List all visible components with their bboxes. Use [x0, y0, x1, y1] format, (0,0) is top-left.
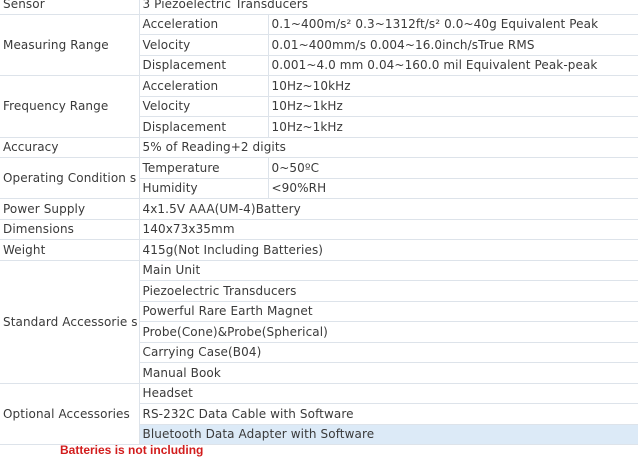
accessory-item: Carrying Case(B04) [139, 342, 639, 363]
row-value: 0.1~400m/s² 0.3~1312ft/s² 0.0~40g Equiva… [268, 14, 639, 35]
row-value: 10Hz~1kHz [268, 116, 639, 138]
sub-label: Acceleration [139, 14, 269, 35]
row-label: Accuracy [0, 137, 140, 158]
row-value: 0~50ºC [268, 157, 639, 179]
row-value: 0.001~4.0 mm 0.04~160.0 mil Equivalent P… [268, 55, 639, 76]
row-label: Operating Condition s [0, 157, 140, 199]
row-label: Optional Accessories [0, 383, 140, 445]
row-value: 10Hz~1kHz [268, 96, 639, 117]
spec-table: Sensor 3 Piezoelectric Transducers Measu… [0, 0, 639, 445]
row-value: 3 Piezoelectric Transducers [139, 0, 639, 15]
row-value: 140x73x35mm [139, 219, 639, 240]
row-value: 415g(Not Including Batteries) [139, 239, 639, 261]
sub-label: Temperature [139, 157, 269, 179]
table-row-accuracy: Accuracy 5% of Reading+2 digits [0, 137, 639, 158]
table-row-operating-temperature: Operating Condition s Temperature 0~50ºC [0, 157, 639, 199]
table-row-optional-accessory: Optional Accessories Headset [0, 383, 639, 445]
row-value: 5% of Reading+2 digits [139, 137, 639, 158]
table-row-frequency-acceleration: Frequency Range Acceleration 10Hz~10kHz [0, 75, 639, 138]
sub-label: Velocity [139, 34, 269, 56]
row-label: Sensor [0, 0, 140, 15]
row-value: <90%RH [268, 178, 639, 199]
table-row-standard-accessory: Standard Accessorie s Main Unit [0, 260, 639, 384]
row-label: Dimensions [0, 219, 140, 240]
table-row-measuring-acceleration: Measuring Range Acceleration 0.1~400m/s²… [0, 14, 639, 76]
row-value: 0.01~400mm/s 0.004~16.0inch/sTrue RMS [268, 34, 639, 56]
sub-label: Velocity [139, 96, 269, 117]
row-label: Weight [0, 239, 140, 261]
accessory-item: Bluetooth Data Adapter with Software [139, 424, 639, 445]
accessory-item: Piezoelectric Transducers [139, 280, 639, 302]
sub-label: Displacement [139, 116, 269, 138]
accessory-item: Manual Book [139, 362, 639, 384]
sub-label: Humidity [139, 178, 269, 199]
row-label: Frequency Range [0, 75, 140, 138]
table-row-power-supply: Power Supply 4x1.5V AAA(UM-4)Battery [0, 198, 639, 220]
row-label: Power Supply [0, 198, 140, 220]
accessory-item: Main Unit [139, 260, 639, 281]
sub-label: Acceleration [139, 75, 269, 97]
batteries-note: Batteries is not including [60, 443, 204, 457]
row-label: Measuring Range [0, 14, 140, 76]
accessory-item: Powerful Rare Earth Magnet [139, 301, 639, 322]
accessory-item: Headset [139, 383, 639, 404]
table-row-dimensions: Dimensions 140x73x35mm [0, 219, 639, 240]
sub-label: Displacement [139, 55, 269, 76]
table-row-sensor: Sensor 3 Piezoelectric Transducers [0, 0, 639, 15]
table-row-weight: Weight 415g(Not Including Batteries) [0, 239, 639, 261]
accessory-item: Probe(Cone)&Probe(Spherical) [139, 321, 639, 343]
row-label: Standard Accessorie s [0, 260, 140, 384]
row-value: 4x1.5V AAA(UM-4)Battery [139, 198, 639, 220]
accessory-item: RS-232C Data Cable with Software [139, 403, 639, 425]
row-value: 10Hz~10kHz [268, 75, 639, 97]
